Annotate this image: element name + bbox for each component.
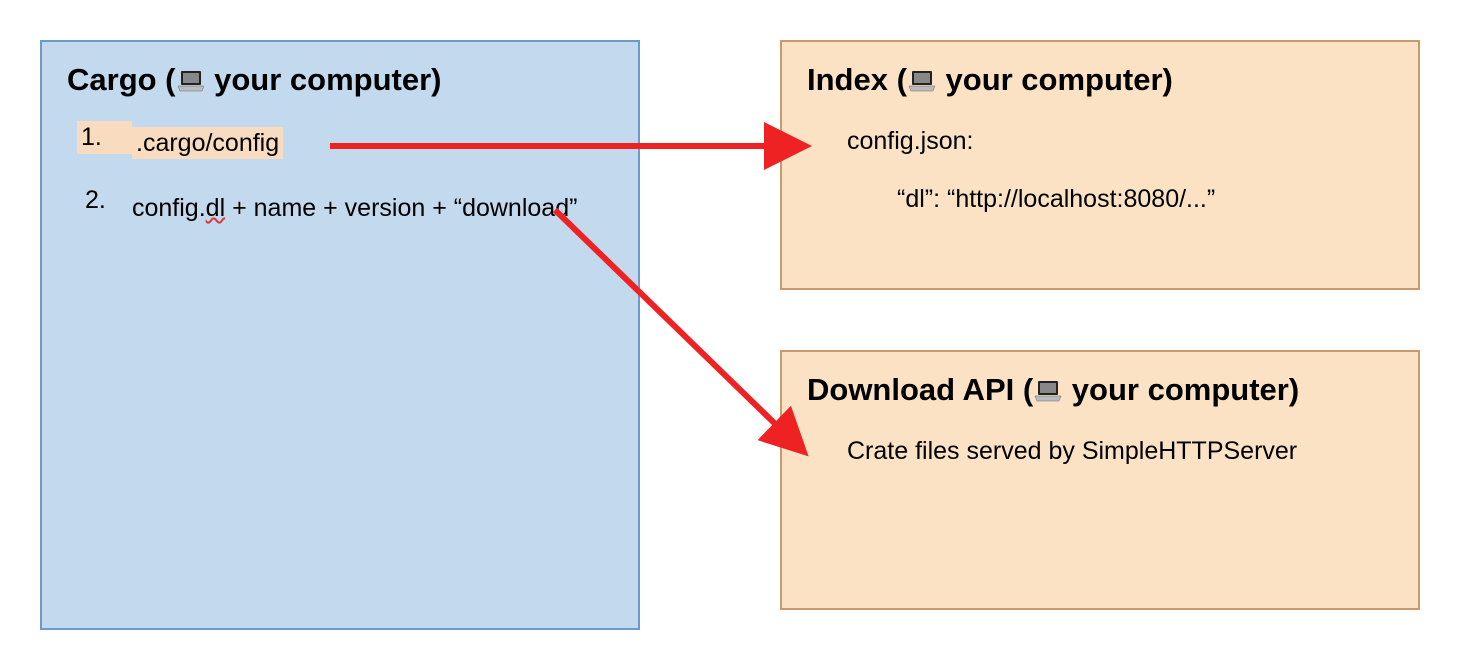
- index-line-1: config.json:: [847, 121, 1393, 161]
- cargo-title: Cargo ( your computer): [67, 62, 613, 101]
- download-box: Download API ( your computer) Crate file…: [780, 350, 1420, 610]
- cargo-title-suffix: your computer): [206, 62, 442, 97]
- cargo-list-item-1: 1. .cargo/config: [77, 121, 613, 166]
- index-box: Index ( your computer) config.json: “dl”…: [780, 40, 1420, 290]
- list-number-2: 2.: [77, 186, 132, 215]
- download-title-suffix: your computer): [1063, 372, 1299, 407]
- cargo-box: Cargo ( your computer) 1. .cargo/config …: [40, 40, 640, 630]
- download-line-1: Crate files served by SimpleHTTPServer: [847, 431, 1393, 471]
- laptop-icon: [907, 65, 937, 101]
- list-text-1-content: .cargo/config: [132, 127, 283, 159]
- laptop-icon: [176, 65, 206, 101]
- cargo-list: 1. .cargo/config 2. config.dl + name + v…: [67, 121, 613, 231]
- index-title-suffix: your computer): [937, 62, 1173, 97]
- download-title-prefix: Download API (: [807, 372, 1033, 407]
- list-text-1: .cargo/config: [132, 121, 613, 166]
- index-title-prefix: Index (: [807, 62, 907, 97]
- list-text-2-pre: config.: [132, 194, 206, 222]
- cargo-list-item-2: 2. config.dl + name + version + “downloa…: [77, 186, 613, 231]
- list-text-2-spell: dl: [206, 194, 225, 222]
- cargo-title-prefix: Cargo (: [67, 62, 176, 97]
- index-title: Index ( your computer): [807, 62, 1393, 101]
- index-line-2: “dl”: “http://localhost:8080/...”: [897, 179, 1393, 219]
- laptop-icon: [1033, 375, 1063, 411]
- download-title: Download API ( your computer): [807, 372, 1393, 411]
- list-text-2: config.dl + name + version + “download”: [132, 186, 613, 231]
- list-text-2-post: + name + version + “download”: [225, 194, 577, 222]
- list-number-1: 1.: [77, 121, 132, 154]
